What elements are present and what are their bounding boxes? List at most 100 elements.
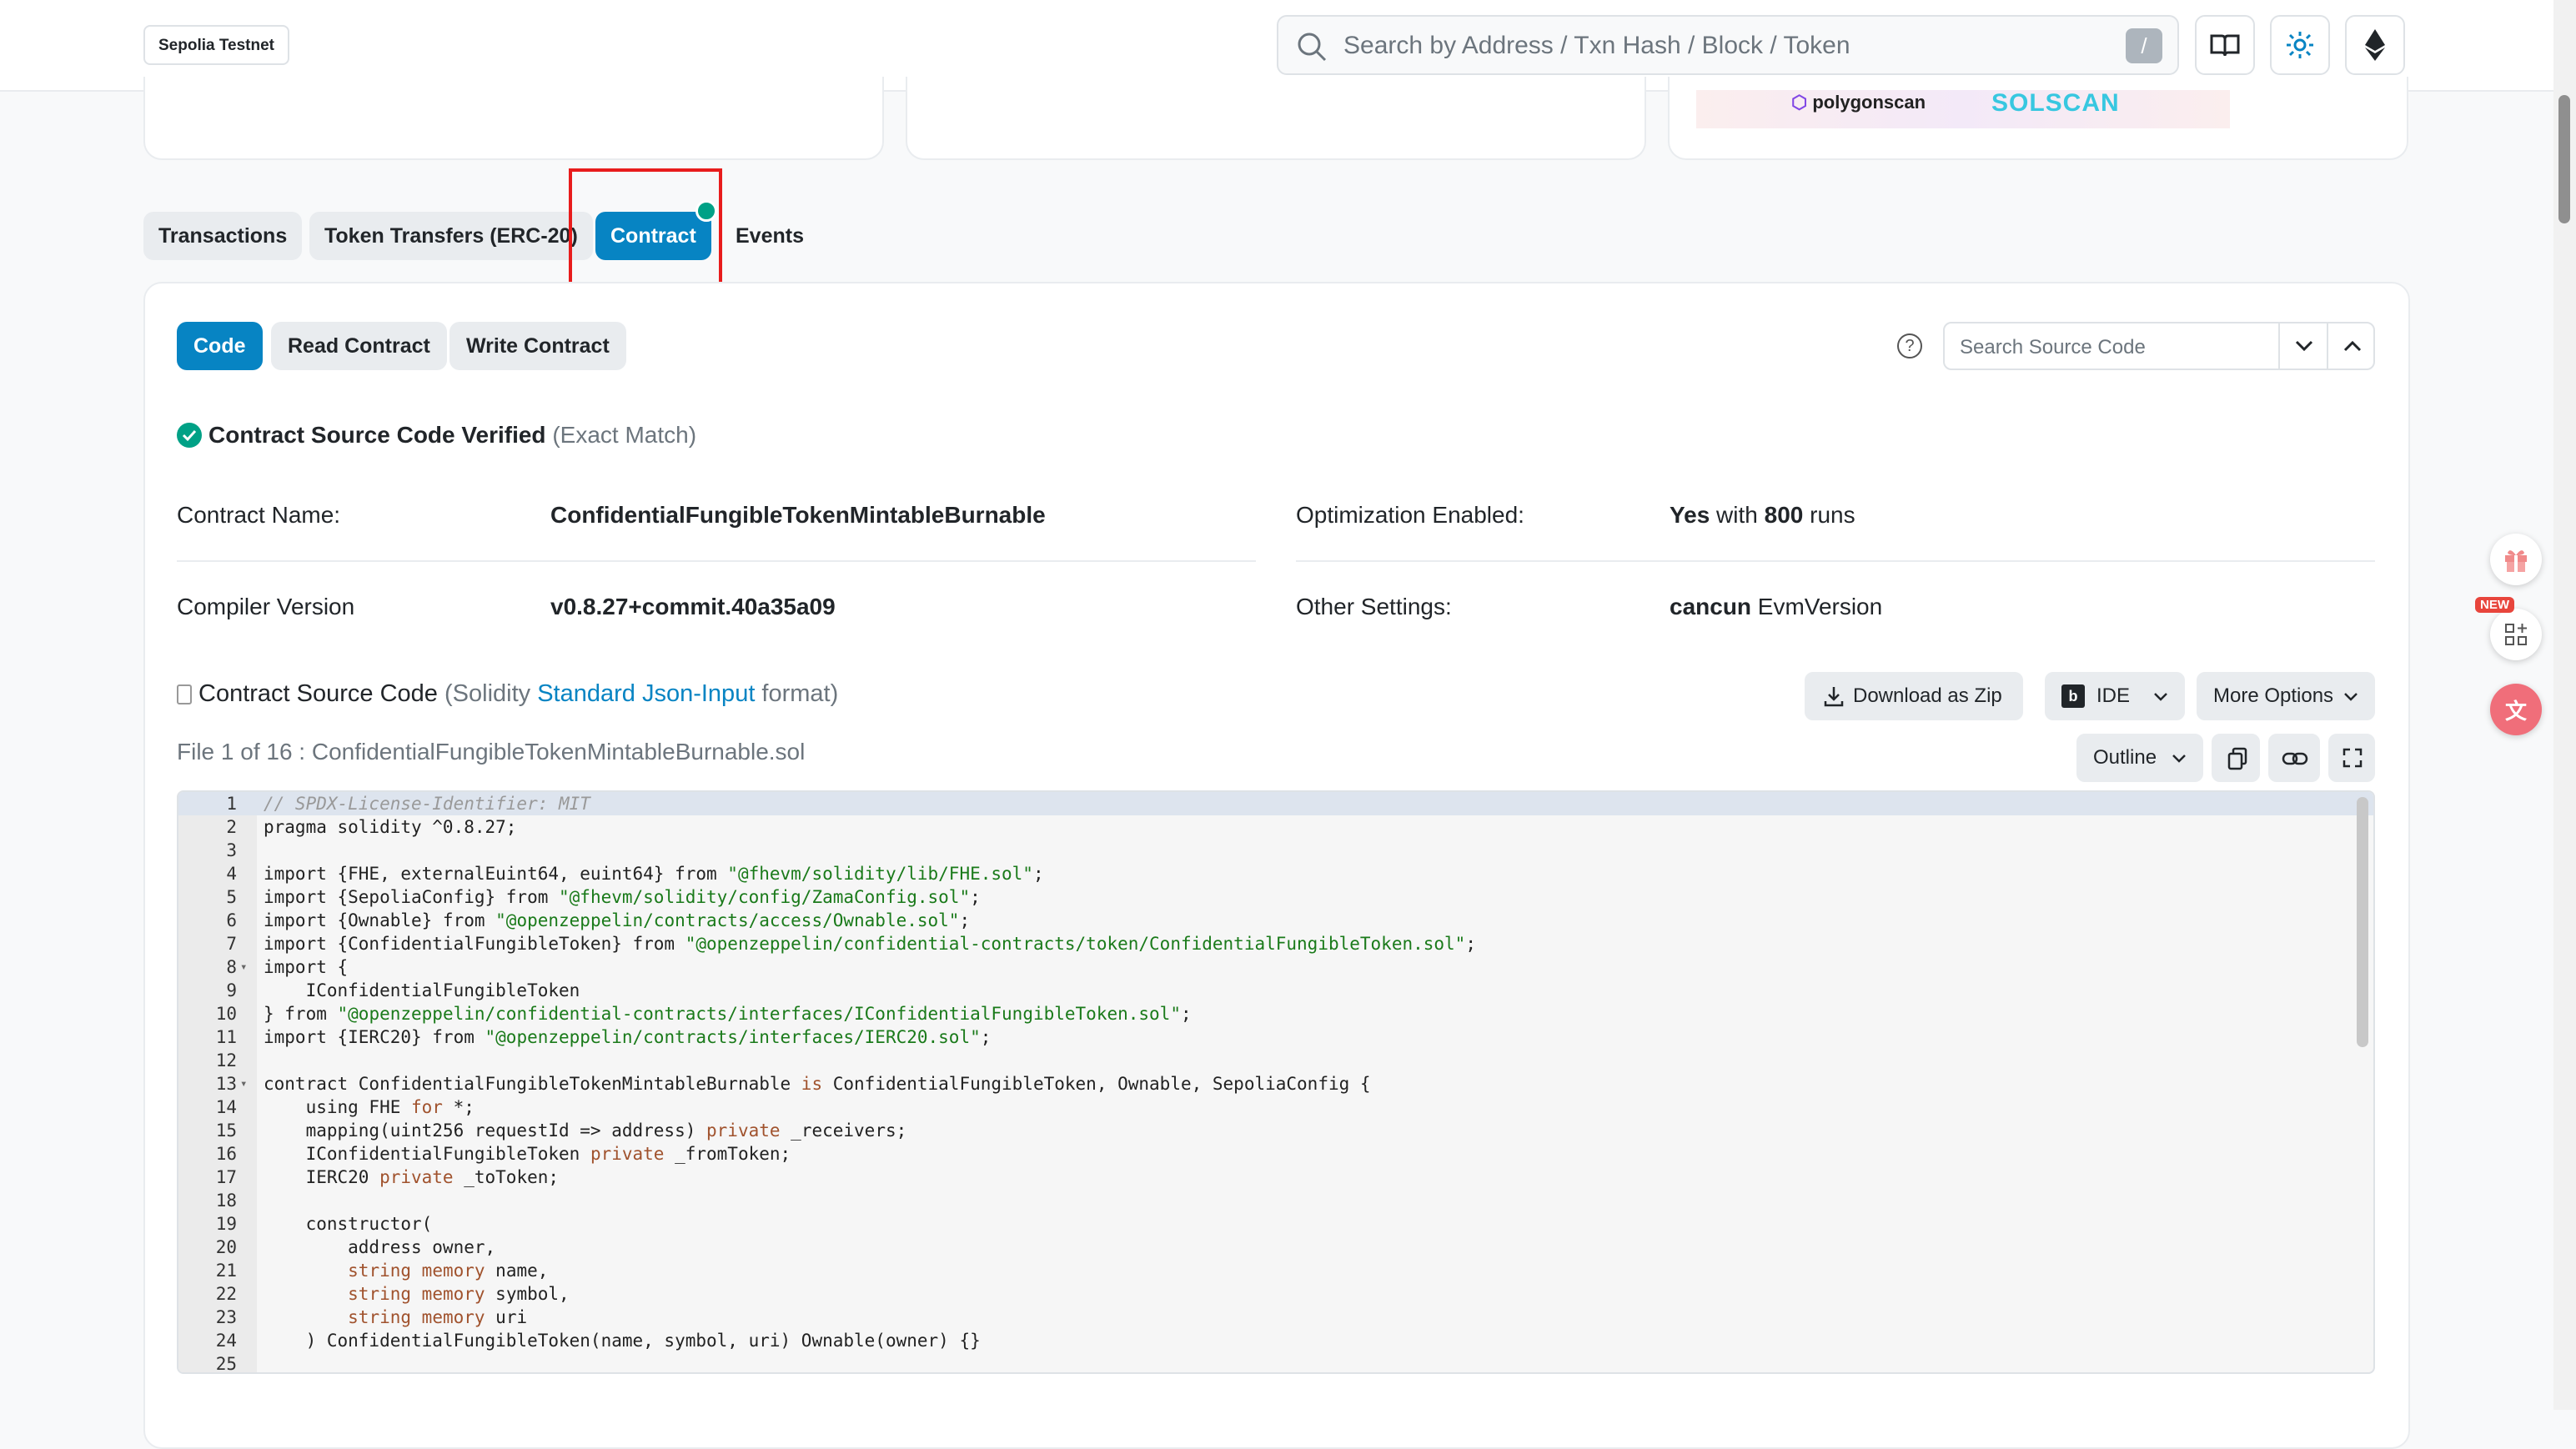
code-text: mapping(uint256 requestId => address) pr… bbox=[264, 1121, 907, 1141]
compiler-value: v0.8.27+commit.40a35a09 bbox=[550, 594, 836, 619]
verified-heading: Contract Source Code Verified (Exact Mat… bbox=[177, 422, 696, 449]
page-scrollbar-thumb[interactable] bbox=[2558, 95, 2570, 223]
code-editor[interactable]: 1 // SPDX-License-Identifier: MIT 2 pragma … bbox=[177, 790, 2375, 1374]
fold-toggle-icon[interactable]: ▾ bbox=[240, 955, 247, 979]
line-number: 1 bbox=[226, 794, 237, 814]
line-number: 21 bbox=[215, 1261, 237, 1281]
optimization-label: Optimization Enabled: bbox=[1296, 502, 1524, 528]
line-number: 23 bbox=[215, 1307, 237, 1327]
line-number: 2 bbox=[226, 817, 237, 837]
code-line: 17 IERC20 private _toToken; bbox=[178, 1166, 2373, 1189]
code-line: 3 bbox=[178, 839, 2373, 862]
line-number: 18 bbox=[215, 1191, 237, 1211]
apps-button[interactable] bbox=[2490, 609, 2542, 660]
line-number: 12 bbox=[215, 1050, 237, 1070]
blockscan-icon: b bbox=[2061, 684, 2085, 708]
other-settings-label: Other Settings: bbox=[1296, 594, 1452, 619]
source-search[interactable] bbox=[1943, 322, 2375, 370]
source-search-input[interactable] bbox=[1958, 332, 2262, 364]
book-icon bbox=[2210, 34, 2240, 57]
line-number: 14 bbox=[215, 1097, 237, 1117]
code-line: 14 using FHE for *; bbox=[178, 1096, 2373, 1119]
fold-toggle-icon[interactable]: ▾ bbox=[240, 1072, 247, 1096]
outline-dropdown[interactable]: Outline bbox=[2076, 734, 2203, 782]
code-line: 24 ) ConfidentialFungibleToken(name, sym… bbox=[178, 1329, 2373, 1352]
line-number: 10 bbox=[215, 1004, 237, 1024]
file-indicator: File 1 of 16 : ConfidentialFungibleToken… bbox=[177, 739, 806, 765]
solscan-logo[interactable]: SOLSCAN bbox=[1991, 89, 2120, 118]
code-line: 5 import {SepoliaConfig} from "@fhevm/sol… bbox=[178, 885, 2373, 909]
subtab-code[interactable]: Code bbox=[177, 322, 263, 370]
line-number: 17 bbox=[215, 1167, 237, 1187]
code-text: import {FHE, externalEuint64, euint64} f… bbox=[264, 864, 1044, 884]
sun-icon bbox=[2287, 32, 2313, 58]
page-scrollbar[interactable] bbox=[2553, 0, 2576, 1410]
link-icon bbox=[2282, 752, 2308, 765]
polygonscan-logo[interactable]: ⬡ polygonscan bbox=[1791, 92, 1926, 113]
file-icon bbox=[177, 684, 192, 704]
code-text: IERC20 private _toToken; bbox=[264, 1167, 560, 1187]
global-search-input[interactable] bbox=[1342, 25, 2096, 67]
tab-transactions[interactable]: Transactions bbox=[143, 212, 303, 260]
global-search[interactable]: / bbox=[1277, 15, 2179, 75]
search-prev-button[interactable] bbox=[2327, 323, 2377, 369]
translate-button[interactable]: 文 bbox=[2490, 684, 2542, 735]
tab-token-transfers[interactable]: Token Transfers (ERC-20) bbox=[309, 212, 593, 260]
standard-json-input-link[interactable]: Standard Json-Input bbox=[537, 680, 755, 707]
contract-name-label: Contract Name: bbox=[177, 502, 341, 528]
grid-plus-icon bbox=[2505, 624, 2527, 645]
code-line: 25 bbox=[178, 1352, 2373, 1374]
code-text: pragma solidity ^0.8.27; bbox=[264, 817, 517, 837]
other-settings-value: cancun EvmVersion bbox=[1670, 594, 1883, 619]
copy-button[interactable] bbox=[2212, 734, 2260, 782]
code-text: using FHE for *; bbox=[264, 1097, 475, 1117]
divider bbox=[177, 560, 1256, 562]
ide-dropdown[interactable]: b IDE bbox=[2045, 672, 2185, 720]
code-text: string memory uri bbox=[348, 1307, 528, 1327]
code-text: // SPDX-License-Identifier: MIT bbox=[264, 794, 590, 814]
polygon-icon: ⬡ bbox=[1791, 92, 1808, 113]
code-text: constructor( bbox=[264, 1214, 433, 1234]
help-icon[interactable]: ? bbox=[1897, 333, 1922, 358]
line-number: 20 bbox=[215, 1237, 237, 1257]
gift-button[interactable] bbox=[2490, 534, 2542, 585]
subtab-read-contract[interactable]: Read Contract bbox=[271, 322, 447, 370]
new-badge: NEW bbox=[2475, 597, 2514, 613]
line-number: 11 bbox=[215, 1027, 237, 1047]
code-line: 13 ▾ contract ConfidentialFungibleTokenMin… bbox=[178, 1072, 2373, 1096]
download-zip-button[interactable]: Download as Zip bbox=[1805, 672, 2023, 720]
subtab-write-contract[interactable]: Write Contract bbox=[449, 322, 626, 370]
code-line: 22 string memory symbol, bbox=[178, 1282, 2373, 1306]
theme-toggle-button[interactable] bbox=[2270, 15, 2330, 75]
code-text: string memory symbol, bbox=[348, 1284, 570, 1304]
chevron-down-icon bbox=[2154, 693, 2167, 701]
sponsor-banner[interactable] bbox=[1696, 90, 2230, 128]
docs-button[interactable] bbox=[2195, 15, 2255, 75]
search-next-button[interactable] bbox=[2278, 323, 2328, 369]
code-line: 20 address owner, bbox=[178, 1236, 2373, 1259]
highlight-annotation bbox=[569, 168, 722, 293]
more-options-dropdown[interactable]: More Options bbox=[2197, 672, 2375, 720]
tab-events[interactable]: Events bbox=[721, 212, 819, 260]
chevron-down-icon bbox=[2344, 693, 2358, 701]
copy-icon bbox=[2227, 747, 2247, 770]
download-icon bbox=[1824, 687, 1844, 707]
code-text: import {SepoliaConfig} from "@fhevm/soli… bbox=[264, 887, 981, 907]
line-number: 25 bbox=[215, 1354, 237, 1374]
search-shortcut-key: / bbox=[2126, 28, 2162, 63]
code-text: IConfidentialFungibleToken private _from… bbox=[264, 1144, 791, 1164]
code-line: 9 IConfidentialFungibleToken bbox=[178, 979, 2373, 1002]
network-badge[interactable]: Sepolia Testnet bbox=[143, 25, 290, 65]
line-number: 16 bbox=[215, 1144, 237, 1164]
fullscreen-button[interactable] bbox=[2328, 734, 2375, 782]
chevron-down-icon bbox=[2172, 755, 2186, 763]
code-text: } from "@openzeppelin/confidential-contr… bbox=[264, 1004, 1192, 1024]
code-line: 8 ▾ import { bbox=[178, 955, 2373, 979]
chevron-up-icon bbox=[2343, 340, 2362, 352]
code-scrollbar[interactable] bbox=[2357, 797, 2368, 1047]
code-line: 23 string memory uri bbox=[178, 1306, 2373, 1329]
line-number: 13 bbox=[215, 1074, 237, 1094]
permalink-button[interactable] bbox=[2268, 734, 2320, 782]
network-switch-button[interactable] bbox=[2345, 15, 2405, 75]
code-line: 21 string memory name, bbox=[178, 1259, 2373, 1282]
